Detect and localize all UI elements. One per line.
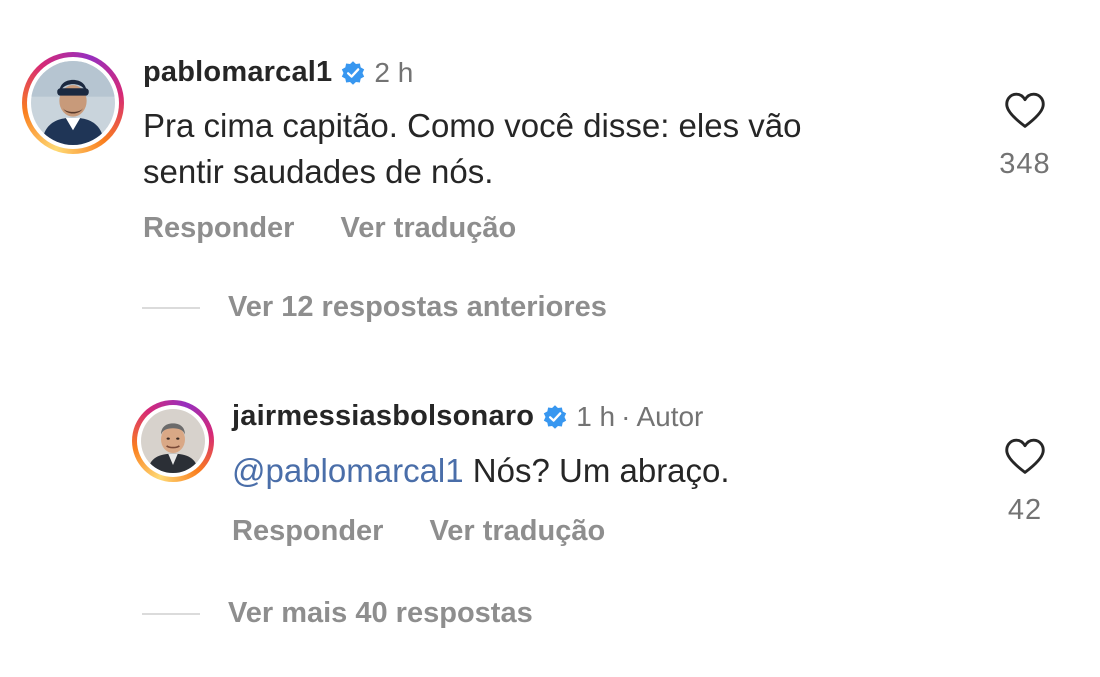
like-column: 42 (985, 436, 1065, 527)
username[interactable]: jairmessiasbolsonaro (232, 400, 534, 433)
comment-jairmessiasbolsonaro: jairmessiasbolsonaro 1 h · Autor @pablom… (0, 380, 1100, 580)
comment-actions: Responder Ver tradução (232, 515, 651, 548)
translate-button[interactable]: Ver tradução (429, 515, 605, 548)
separator-dot: · (621, 400, 631, 432)
comment-time: 1 h (576, 400, 616, 432)
like-count: 348 (999, 148, 1051, 180)
mention-link[interactable]: @pablomarcal1 (232, 452, 464, 489)
comment-header: pablomarcal1 2 h (143, 56, 413, 89)
view-more-replies-button[interactable]: Ver mais 40 respostas (142, 597, 533, 630)
replies-divider (142, 612, 200, 615)
translate-button[interactable]: Ver tradução (340, 212, 516, 245)
username[interactable]: pablomarcal1 (143, 56, 332, 89)
like-column: 348 (985, 90, 1065, 181)
profile-photo-icon (31, 61, 115, 145)
comment-pablomarcal1: pablomarcal1 2 h Pra cima capitão. Como … (0, 0, 1100, 260)
comment-text: Pra cima capitão. Como você disse: eles … (143, 103, 801, 195)
verified-badge-icon (542, 404, 568, 430)
like-count: 42 (1007, 494, 1043, 526)
avatar[interactable] (132, 400, 214, 482)
heart-outline-icon[interactable] (1003, 90, 1047, 130)
verified-badge-icon (340, 60, 366, 86)
comment-time: 2 h (374, 56, 414, 88)
replies-divider (142, 306, 200, 309)
profile-photo-icon (141, 409, 205, 473)
avatar-border (137, 405, 209, 477)
comment-text-body: Nós? Um abraço. (463, 452, 730, 489)
avatar[interactable] (22, 52, 124, 154)
view-previous-replies-label: Ver 12 respostas anteriores (228, 291, 607, 323)
heart-outline-icon[interactable] (1003, 436, 1047, 476)
comment-text-line: Pra cima capitão. Como você disse: eles … (143, 107, 802, 144)
avatar-photo (31, 61, 115, 145)
author-badge: Autor (636, 400, 704, 432)
comment-text: @pablomarcal1 Nós? Um abraço. (232, 448, 730, 494)
comment-actions: Responder Ver tradução (143, 212, 562, 245)
reply-button[interactable]: Responder (143, 212, 294, 245)
comment-header: jairmessiasbolsonaro 1 h · Autor (232, 400, 703, 433)
comment-text-line: sentir saudades de nós. (143, 153, 494, 190)
avatar-border (27, 57, 119, 149)
reply-button[interactable]: Responder (232, 515, 383, 548)
view-previous-replies-button[interactable]: Ver 12 respostas anteriores (142, 291, 607, 324)
avatar-photo (141, 409, 205, 473)
view-more-replies-label: Ver mais 40 respostas (228, 597, 533, 629)
